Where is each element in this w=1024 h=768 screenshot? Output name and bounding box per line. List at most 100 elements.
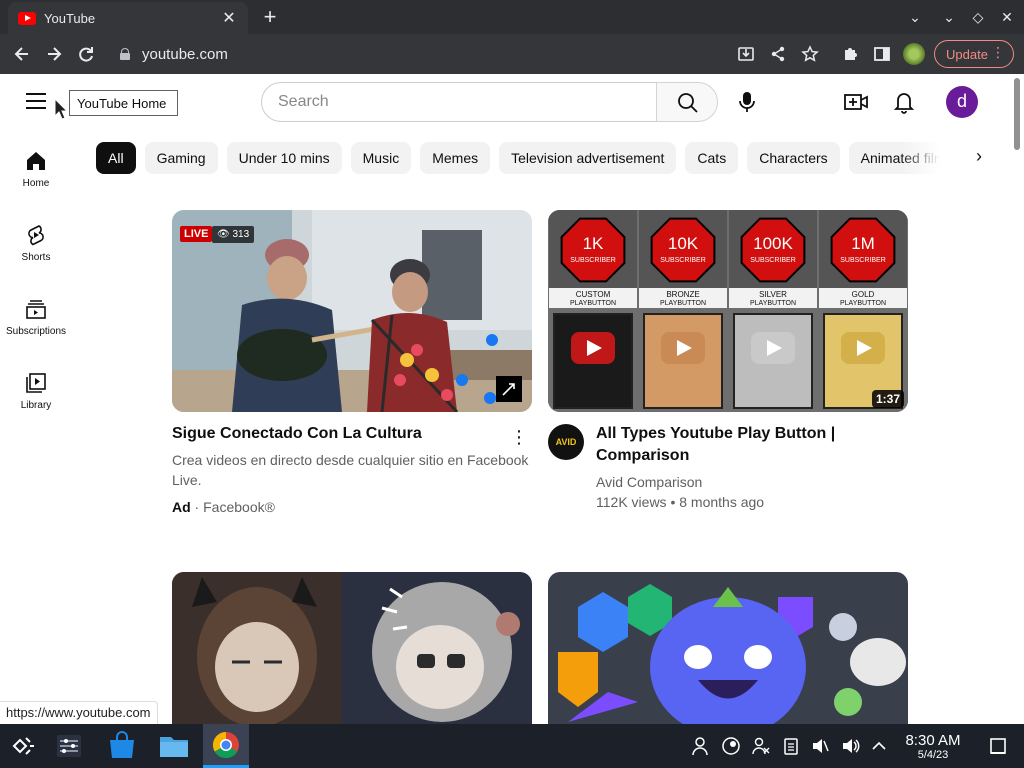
tier-sub: PLAYBUTTON	[660, 300, 706, 307]
scrollbar-thumb[interactable]	[1014, 78, 1020, 150]
update-button[interactable]: Update ⋮	[934, 40, 1014, 68]
sidebar-item-subscriptions[interactable]: Subscriptions	[0, 298, 72, 337]
search-input[interactable]: Search	[261, 82, 657, 122]
video-title[interactable]: Sigue Conectado Con La Cultura	[172, 423, 502, 445]
library-icon	[26, 373, 46, 393]
sidebar-item-shorts[interactable]: Shorts	[0, 224, 72, 263]
tab-strip: YouTube ✕ + ⌄ ⌄ ◇ ✕	[0, 0, 1024, 34]
chrome-icon	[212, 731, 239, 759]
lock-icon[interactable]	[120, 48, 130, 60]
chip-under-10-mins[interactable]: Under 10 mins	[226, 142, 342, 174]
tier-count-label: SUBSCRIBER	[750, 257, 796, 264]
youtube-home-tooltip: YouTube Home	[69, 90, 178, 116]
create-video-icon[interactable]	[844, 91, 868, 113]
tier-name: CUSTOM	[576, 290, 611, 299]
chrome-taskbar-button[interactable]	[203, 724, 249, 768]
app-launcher-button[interactable]	[0, 724, 46, 768]
tray-expand-chevron-icon[interactable]	[869, 736, 889, 756]
close-window-icon[interactable]: ✕	[992, 0, 1022, 34]
launcher-icon	[12, 737, 34, 755]
close-tab-icon[interactable]: ✕	[220, 8, 238, 28]
sidebar-item-label: Home	[22, 178, 50, 189]
discover-store-button[interactable]	[99, 724, 145, 768]
ad-description: Crea videos en directo desde cualquier s…	[172, 452, 529, 488]
taskbar-clock[interactable]: 8:30 AM 5/4/23	[900, 732, 966, 762]
video-title-line-2: Comparison	[596, 447, 690, 464]
clipboard-icon[interactable]	[781, 736, 801, 756]
tier-name: SILVER	[759, 290, 787, 299]
clock-date: 5/4/23	[917, 749, 949, 761]
sidebar-item-library[interactable]: Library	[0, 372, 72, 411]
volume-icon[interactable]	[840, 736, 860, 756]
side-panel-icon[interactable]	[868, 40, 896, 68]
reload-icon[interactable]	[72, 40, 100, 68]
maximize-diamond-icon[interactable]: ◇	[963, 0, 993, 34]
back-icon[interactable]	[8, 40, 36, 68]
tier-sub: PLAYBUTTON	[570, 300, 616, 307]
sidebar-item-label: Subscriptions	[5, 326, 67, 337]
sidebar-item-home[interactable]: Home	[0, 150, 72, 189]
new-tab-button[interactable]: +	[258, 4, 282, 30]
chip-gaming[interactable]: Gaming	[144, 142, 218, 174]
tier-count: 10K	[668, 234, 699, 253]
video-thumbnail-live[interactable]: LIVE 👁 313	[172, 210, 532, 412]
show-desktop-icon[interactable]	[988, 736, 1008, 756]
share-icon[interactable]	[764, 40, 792, 68]
chip-memes[interactable]: Memes	[420, 142, 491, 174]
chip-cats[interactable]: Cats	[685, 142, 739, 174]
guide-menu-icon[interactable]	[26, 93, 46, 109]
tab-search-chevron-icon[interactable]: ⌄	[900, 0, 930, 34]
bookmark-star-icon[interactable]	[796, 40, 824, 68]
chip-television-advertisement[interactable]: Television advertisement	[499, 142, 677, 174]
extensions-puzzle-icon[interactable]	[836, 40, 864, 68]
subscriptions-icon	[26, 300, 46, 319]
users-icon[interactable]	[751, 736, 771, 756]
video-thumbnail-gacha[interactable]	[172, 572, 532, 724]
chrome-menu-icon[interactable]: ⋮	[991, 44, 1005, 61]
video-thumbnail-discord[interactable]	[548, 572, 908, 724]
browser-tab[interactable]: YouTube ✕	[8, 2, 248, 34]
video-more-actions-icon[interactable]: ⋮	[506, 425, 532, 449]
search-button[interactable]	[656, 82, 718, 122]
account-avatar[interactable]: d	[946, 86, 978, 118]
viewers-number: 313	[232, 229, 250, 240]
chip-music[interactable]: Music	[350, 142, 412, 174]
ad-label: Ad	[172, 499, 191, 515]
advertiser-name[interactable]: Facebook®	[203, 499, 275, 515]
steam-icon[interactable]	[721, 736, 741, 756]
chips-next-chevron-icon[interactable]: ›	[966, 146, 992, 170]
video-stats: 112K views • 8 months ago	[596, 494, 765, 510]
live-badge: LIVE	[180, 226, 213, 242]
channel-avatar[interactable]: AVID	[548, 424, 584, 460]
chip-characters[interactable]: Characters	[747, 142, 840, 174]
mouse-cursor-icon	[54, 98, 68, 120]
link-status-bubble: https://www.youtube.com	[0, 701, 158, 724]
channel-name[interactable]: Avid Comparison	[596, 472, 702, 492]
url-text: youtube.com	[142, 45, 228, 63]
install-app-icon[interactable]	[732, 40, 760, 68]
file-manager-button[interactable]	[151, 724, 197, 768]
forward-icon[interactable]	[40, 40, 68, 68]
tier-count-label: SUBSCRIBER	[570, 257, 616, 264]
profile-avatar-icon[interactable]	[903, 43, 925, 65]
notifications-bell-icon[interactable]	[892, 89, 916, 115]
tab-title: YouTube	[44, 10, 96, 26]
search-icon	[678, 93, 698, 113]
discord-mascot-thumbnail-image	[548, 572, 908, 724]
tier-count: 1M	[851, 234, 875, 253]
tier-name: GOLD	[852, 290, 875, 299]
page-scrollbar[interactable]	[1010, 74, 1024, 724]
address-bar[interactable]: youtube.com	[106, 38, 716, 70]
sidebar-item-label: Shorts	[21, 252, 51, 263]
voice-search-mic-icon[interactable]	[737, 91, 757, 113]
video-thumbnail-play-buttons[interactable]: 1K SUBSCRIBER CUSTOM PLAYBUTTON 10K SUBSCRIBE…	[548, 210, 908, 412]
os-taskbar	[0, 724, 1024, 768]
chip-all[interactable]: All	[96, 142, 136, 174]
tier-count-label: SUBSCRIBER	[840, 257, 886, 264]
minimize-chevron-icon[interactable]: ⌄	[934, 0, 964, 34]
video-title[interactable]: All Types Youtube Play Button | Comparis…	[596, 423, 896, 467]
user-icon[interactable]	[690, 736, 710, 756]
system-settings-button[interactable]	[46, 724, 92, 768]
update-label: Update	[946, 46, 988, 62]
speaker-muted-icon[interactable]	[810, 736, 830, 756]
